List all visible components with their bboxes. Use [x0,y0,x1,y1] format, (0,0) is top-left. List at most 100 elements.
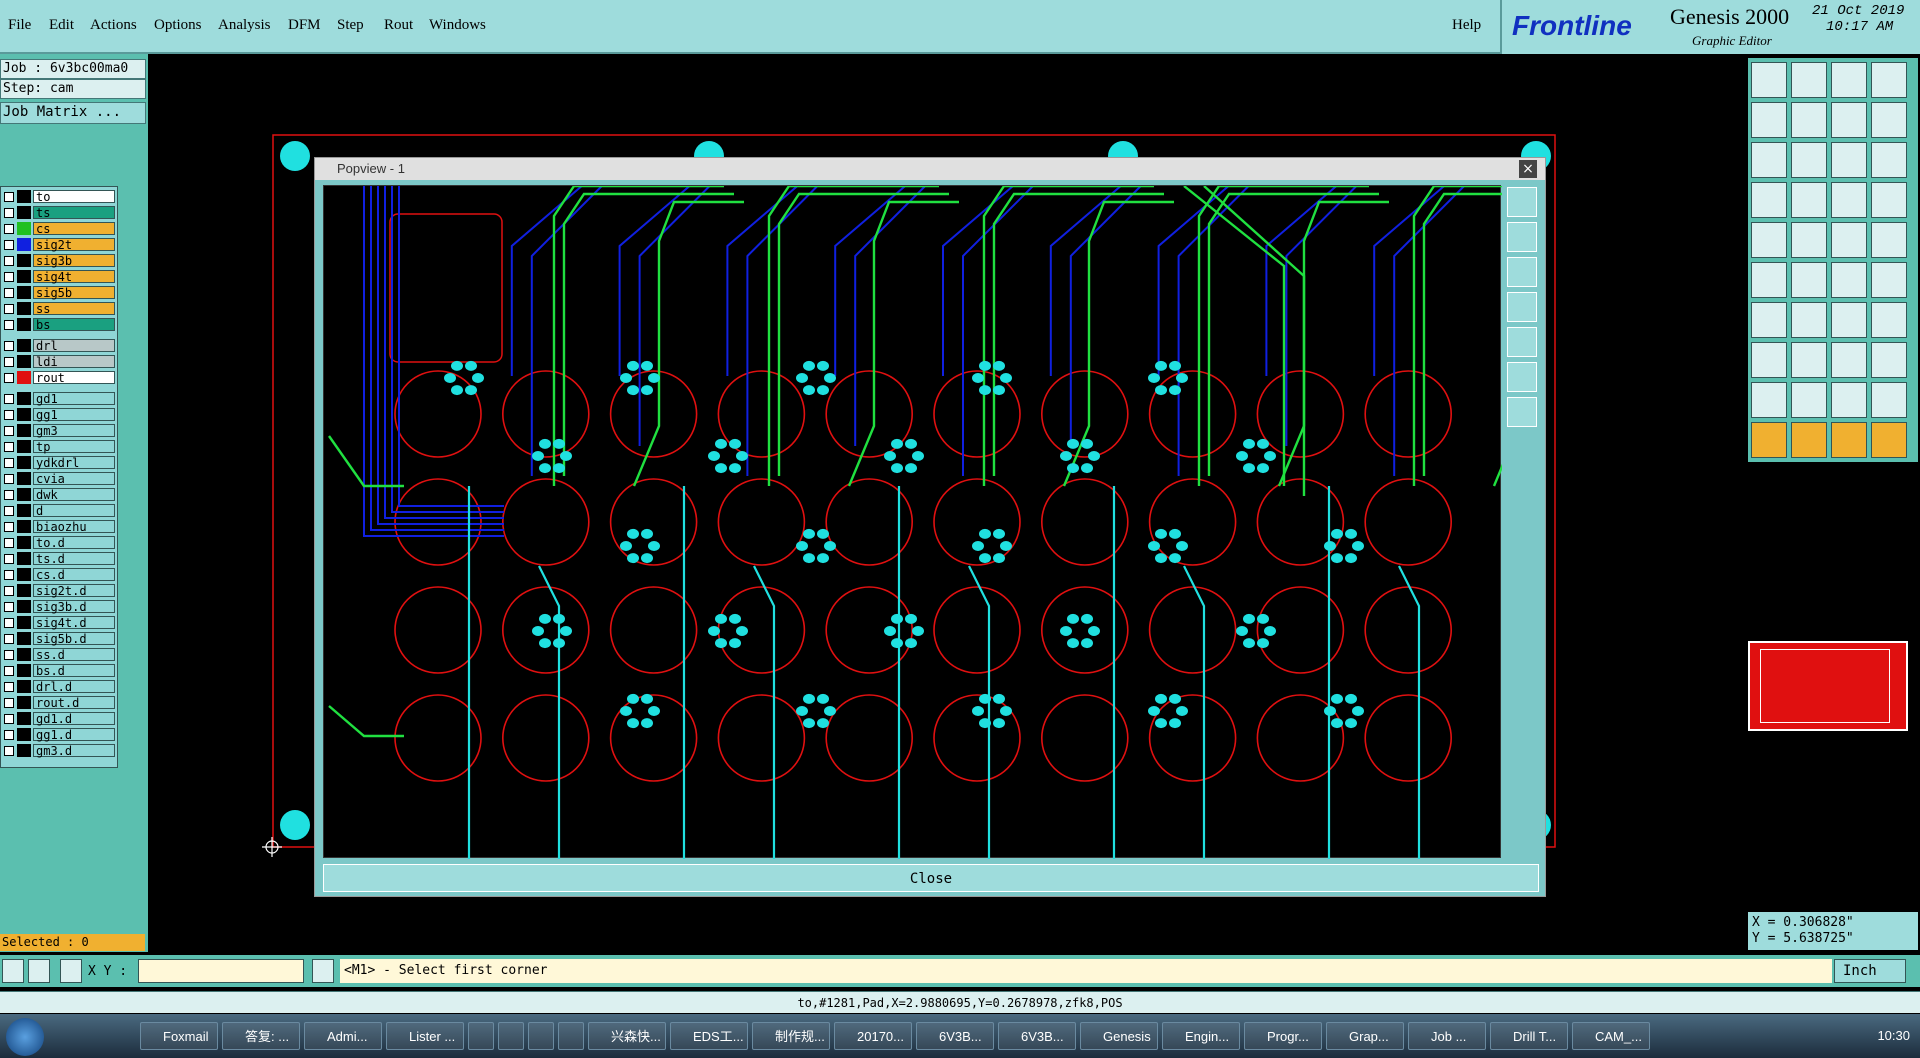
layer-color-swatch[interactable] [17,339,31,352]
layer-color-swatch[interactable] [17,371,31,384]
layer-name[interactable]: sig2t [33,238,115,252]
layer-checkbox[interactable] [4,192,14,202]
pointer-icon[interactable] [1751,422,1787,458]
layer-row[interactable]: ts.d [1,551,119,566]
layer-name[interactable]: bs [33,318,115,332]
pad-icon[interactable] [1751,222,1787,258]
layer-color-swatch[interactable] [17,488,31,501]
layer-row[interactable]: sig4t [1,269,119,284]
save-icon[interactable] [1791,62,1827,98]
layer-checkbox[interactable] [4,730,14,740]
popview-window[interactable]: Popview - 1 × Close [314,157,1604,897]
layer-name[interactable]: gm3.d [33,744,115,758]
job-matrix-button[interactable]: Job Matrix ... [0,102,146,124]
layer-checkbox[interactable] [4,522,14,532]
layer-row[interactable]: gg1 [1,407,119,422]
snake-icon[interactable] [1871,102,1907,138]
layer-name[interactable]: ss.d [33,648,115,662]
layer-name[interactable]: gg1.d [33,728,115,742]
layer-row[interactable]: to.d [1,535,119,550]
taskbar-item[interactable]: EDS工... [670,1022,748,1050]
layer-row[interactable]: cs [1,221,119,236]
key-icon[interactable] [1751,182,1787,218]
layer-name[interactable]: biaozhu [33,520,115,534]
layer-checkbox[interactable] [4,682,14,692]
xy-input[interactable] [138,959,304,983]
menu-rout[interactable]: Rout [384,17,413,34]
layer-checkbox[interactable] [4,650,14,660]
taskbar-item[interactable]: Job ... [1408,1022,1486,1050]
grid-icon[interactable] [60,959,82,983]
layer-row[interactable]: rout [1,370,119,385]
box-icon[interactable] [1751,342,1787,378]
layer-color-swatch[interactable] [17,190,31,203]
layer-row[interactable]: biaozhu [1,519,119,534]
layer-name[interactable]: ts [33,206,115,220]
layer-row[interactable]: sig3b [1,253,119,268]
layer-checkbox[interactable] [4,426,14,436]
layer-checkbox[interactable] [4,256,14,266]
layer-name[interactable]: drl [33,339,115,353]
layer-color-swatch[interactable] [17,238,31,251]
taskbar-item[interactable]: Engin... [1162,1022,1240,1050]
frame-icon[interactable] [1831,342,1867,378]
layer-color-swatch[interactable] [17,600,31,613]
measure-icon[interactable] [28,959,50,983]
layer-checkbox[interactable] [4,570,14,580]
menu-options[interactable]: Options [154,17,202,34]
info-icon[interactable] [312,959,334,983]
layer-row[interactable]: ldi [1,354,119,369]
layer-name[interactable]: sig3b [33,254,115,268]
layer-checkbox[interactable] [4,554,14,564]
taskbar-clock[interactable]: 10:30 [1877,1028,1910,1043]
pointer3-icon[interactable] [1831,422,1867,458]
taskbar-item[interactable]: 6V3B... [998,1022,1076,1050]
layer-checkbox[interactable] [4,272,14,282]
layer-color-swatch[interactable] [17,728,31,741]
font-icon[interactable] [1871,302,1907,338]
layer-checkbox[interactable] [4,746,14,756]
home-view-icon[interactable] [1507,397,1537,427]
layer-name[interactable]: gm3 [33,424,115,438]
layer-name[interactable]: sig5b.d [33,632,115,646]
layer-name[interactable]: sig3b.d [33,600,115,614]
layer-color-swatch[interactable] [17,318,31,331]
taskbar-item[interactable]: 6V3B... [916,1022,994,1050]
taskbar-item[interactable] [498,1022,524,1050]
menu-analysis[interactable]: Analysis [218,17,271,34]
layer-color-swatch[interactable] [17,536,31,549]
layer-row[interactable]: to [1,189,119,204]
layer-checkbox[interactable] [4,458,14,468]
layer-row[interactable]: bs [1,317,119,332]
cross-icon[interactable] [1791,262,1827,298]
taskbar-item[interactable]: Drill T... [1490,1022,1568,1050]
traffic-icon[interactable] [1831,182,1867,218]
taskbar-item[interactable]: Progr... [1244,1022,1322,1050]
layer-name[interactable]: gd1 [33,392,115,406]
menu-dfm[interactable]: DFM [288,17,321,34]
layer-checkbox[interactable] [4,506,14,516]
layer-row[interactable]: ydkdrl [1,455,119,470]
layer-color-swatch[interactable] [17,568,31,581]
layer-color-swatch[interactable] [17,355,31,368]
layer-name[interactable]: to.d [33,536,115,550]
layer-name[interactable]: cs [33,222,115,236]
layer-color-swatch[interactable] [17,270,31,283]
layer-name[interactable]: cvia [33,472,115,486]
layer-row[interactable]: sig5b.d [1,631,119,646]
layer-row[interactable]: tp [1,439,119,454]
taskbar-item[interactable]: Lister ... [386,1022,464,1050]
layer-color-swatch[interactable] [17,712,31,725]
home-icon[interactable] [1831,62,1867,98]
layer-name[interactable]: ss [33,302,115,316]
layer-name[interactable]: cs.d [33,568,115,582]
layer-row[interactable]: d [1,503,119,518]
taskbar-item[interactable] [528,1022,554,1050]
scale-icon[interactable] [1831,142,1867,178]
link-icon[interactable] [1831,262,1867,298]
layer-name[interactable]: dwk [33,488,115,502]
route-icon[interactable] [1871,262,1907,298]
layer-checkbox[interactable] [4,602,14,612]
layer-row[interactable]: gm3.d [1,743,119,758]
layer-name[interactable]: sig4t.d [33,616,115,630]
